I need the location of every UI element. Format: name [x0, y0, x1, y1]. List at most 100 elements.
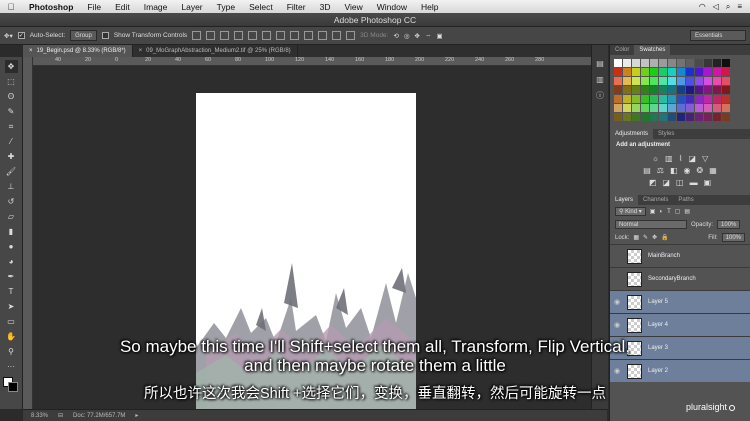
distribute-left-icon[interactable] [318, 31, 328, 40]
swatch-cell[interactable] [632, 113, 640, 121]
swatch-cell[interactable] [704, 59, 712, 67]
swatch-cell[interactable] [677, 86, 685, 94]
tab-channels[interactable]: Channels [638, 195, 673, 205]
lock-position-icon[interactable]: ✥ [652, 234, 657, 241]
swatch-cell[interactable] [695, 77, 703, 85]
swatch-cell[interactable] [659, 95, 667, 103]
curves-icon[interactable]: ⌇ [679, 154, 683, 163]
menu-app-photoshop[interactable]: Photoshop [22, 2, 80, 12]
filter-pixel-icon[interactable]: ▣ [650, 208, 656, 215]
search-icon[interactable]: ⌕ [726, 2, 730, 12]
swatch-cell[interactable] [677, 68, 685, 76]
channel-mixer-icon[interactable]: ❂ [697, 166, 704, 175]
filter-shape-icon[interactable]: ▢ [675, 208, 681, 215]
tab-paths[interactable]: Paths [673, 195, 698, 205]
healing-brush-tool-icon[interactable]: ✚ [5, 150, 18, 163]
swatch-cell[interactable] [641, 104, 649, 112]
quick-select-tool-icon[interactable]: ✎ [5, 105, 18, 118]
path-selection-tool-icon[interactable]: ➤ [5, 300, 18, 313]
swatch-cell[interactable] [722, 86, 730, 94]
swatch-cell[interactable] [704, 77, 712, 85]
swatch-cell[interactable] [623, 113, 631, 121]
swatch-cell[interactable] [668, 77, 676, 85]
levels-icon[interactable]: ▥ [665, 154, 673, 163]
swatch-cell[interactable] [713, 68, 721, 76]
swatch-cell[interactable] [686, 86, 694, 94]
properties-panel-icon[interactable]: ▥ [595, 75, 605, 85]
swatch-cell[interactable] [677, 104, 685, 112]
auto-select-checkbox[interactable] [17, 32, 25, 39]
menu-layer[interactable]: Layer [174, 2, 209, 12]
layer-row[interactable]: SecondaryBranch [610, 267, 750, 290]
history-panel-icon[interactable]: ▤ [595, 59, 605, 69]
swatch-cell[interactable] [632, 59, 640, 67]
swatch-cell[interactable] [650, 113, 658, 121]
swatch-cell[interactable] [650, 95, 658, 103]
menu-type[interactable]: Type [210, 2, 242, 12]
menu-view[interactable]: View [337, 2, 369, 12]
lasso-tool-icon[interactable]: ʘ [5, 90, 18, 103]
swatch-cell[interactable] [641, 86, 649, 94]
swatch-cell[interactable] [668, 86, 676, 94]
transform-controls-checkbox[interactable] [101, 32, 109, 39]
swatch-cell[interactable] [668, 113, 676, 121]
swatch-cell[interactable] [686, 95, 694, 103]
menu-filter[interactable]: Filter [280, 2, 313, 12]
swatch-cell[interactable] [659, 68, 667, 76]
align-right-icon[interactable] [262, 31, 272, 40]
swatch-cell[interactable] [659, 77, 667, 85]
swatch-cell[interactable] [713, 104, 721, 112]
eye-icon[interactable]: ◉ [610, 298, 624, 306]
swatch-cell[interactable] [695, 104, 703, 112]
swatch-cell[interactable] [650, 68, 658, 76]
swatch-cell[interactable] [677, 113, 685, 121]
doc-size[interactable]: Doc: 77.2M/657.7M [73, 410, 125, 421]
3d-scale-icon[interactable]: ▣ [436, 32, 442, 40]
swatch-cell[interactable] [704, 68, 712, 76]
swatch-cell[interactable] [614, 104, 622, 112]
swatch-cell[interactable] [632, 68, 640, 76]
swatch-cell[interactable] [695, 95, 703, 103]
lock-transparent-icon[interactable]: ▦ [633, 234, 639, 241]
gradient-tool-icon[interactable]: ▮ [5, 225, 18, 238]
swatch-cell[interactable] [668, 68, 676, 76]
swatch-cell[interactable] [686, 68, 694, 76]
menu-list-icon[interactable]: ≡ [737, 2, 742, 12]
align-left-icon[interactable] [234, 31, 244, 40]
info-panel-icon[interactable]: ⓘ [595, 91, 605, 101]
swatch-cell[interactable] [632, 77, 640, 85]
fill-field[interactable]: 100% [721, 233, 745, 242]
eyedropper-tool-icon[interactable]: ⁄ [5, 135, 18, 148]
swatch-cell[interactable] [623, 77, 631, 85]
layer-name[interactable]: MainBranch [648, 253, 680, 259]
3d-rotate-icon[interactable]: ⟲ [393, 32, 398, 40]
vibrance-icon[interactable]: ▽ [702, 154, 708, 163]
align-vcenter-icon[interactable] [206, 31, 216, 40]
swatch-cell[interactable] [722, 95, 730, 103]
auto-select-dropdown[interactable]: Group [70, 30, 97, 41]
crop-tool-icon[interactable]: ⌗ [5, 120, 18, 133]
type-tool-icon[interactable]: T [5, 285, 18, 298]
swatch-cell[interactable] [677, 59, 685, 67]
menu-file[interactable]: File [80, 2, 108, 12]
swatch-cell[interactable] [623, 68, 631, 76]
filter-type-icon[interactable]: T [667, 209, 671, 215]
swatch-cell[interactable] [614, 68, 622, 76]
move-tool-preset-icon[interactable]: ✥▾ [4, 32, 13, 40]
swatch-cell[interactable] [713, 59, 721, 67]
swatch-cell[interactable] [722, 68, 730, 76]
swatch-cell[interactable] [614, 113, 622, 121]
distribute-right-icon[interactable] [346, 31, 356, 40]
swatch-cell[interactable] [722, 77, 730, 85]
wifi-icon[interactable]: ◠ [699, 2, 706, 12]
swatch-cell[interactable] [722, 113, 730, 121]
swatch-cell[interactable] [704, 113, 712, 121]
swatch-cell[interactable] [686, 59, 694, 67]
swatch-cell[interactable] [614, 86, 622, 94]
swatch-cell[interactable] [668, 104, 676, 112]
tab-color[interactable]: Color [610, 45, 634, 55]
swatch-cell[interactable] [614, 77, 622, 85]
swatch-cell[interactable] [722, 104, 730, 112]
menu-3d[interactable]: 3D [313, 2, 338, 12]
swatch-cell[interactable] [713, 95, 721, 103]
